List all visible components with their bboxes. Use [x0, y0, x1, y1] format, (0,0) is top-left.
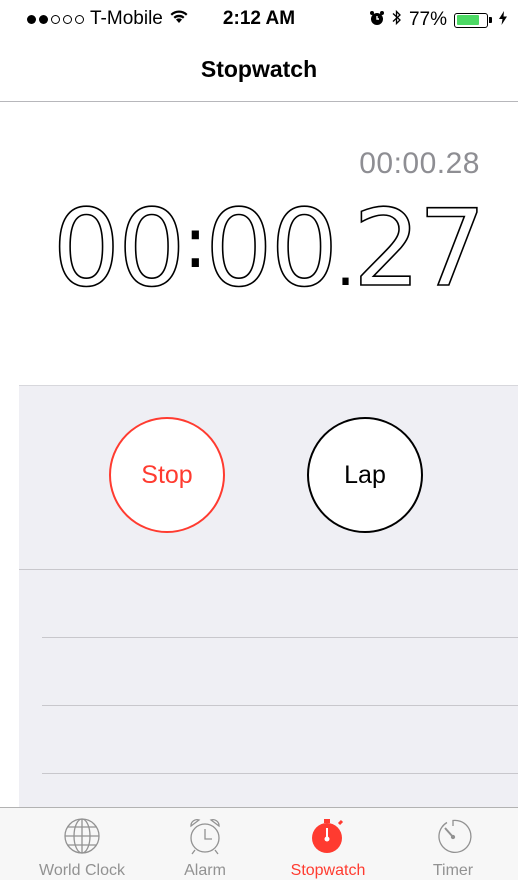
elapsed-minutes: 00: [52, 187, 186, 310]
lap-button[interactable]: Lap: [307, 417, 423, 533]
page-title: Stopwatch: [200, 56, 318, 82]
tab-timer[interactable]: Timer: [388, 808, 518, 881]
tab-stopwatch[interactable]: Stopwatch: [263, 808, 393, 881]
alarm-clock-icon: [185, 816, 225, 856]
tab-label: World Clock: [39, 862, 125, 879]
battery-icon: [454, 12, 492, 28]
status-right: 77%: [369, 9, 507, 31]
time-colon: :: [183, 202, 208, 284]
alarm-clock-icon: [369, 10, 385, 31]
tab-label: Alarm: [184, 862, 226, 879]
laps-divider: [19, 569, 518, 570]
tab-world-clock[interactable]: World Clock: [17, 808, 147, 881]
tab-bar: World Clock Alarm Stopwatch Timer: [0, 807, 518, 880]
bluetooth-icon: [392, 9, 402, 31]
time-decimal-point: .: [336, 230, 355, 300]
tab-label: Stopwatch: [290, 862, 366, 879]
status-bar: T-Mobile 2:12 AM 77%: [0, 0, 518, 40]
lap-row-separator: [42, 705, 518, 706]
lap-row-separator: [42, 773, 518, 774]
navigation-bar: Stopwatch: [0, 40, 518, 102]
lap-button-label: Lap: [344, 460, 386, 489]
lap-row-separator: [42, 637, 518, 638]
elapsed-seconds: 00: [204, 187, 338, 310]
tab-alarm[interactable]: Alarm: [140, 808, 270, 881]
stop-button-label: Stop: [141, 460, 193, 489]
current-lap-time: 00:00.28: [359, 147, 480, 180]
timer-icon: [433, 816, 473, 856]
globe-icon: [62, 816, 102, 856]
elapsed-time: 00:00.27: [52, 187, 487, 320]
stopwatch-icon: [308, 816, 348, 856]
charging-bolt-icon: [499, 10, 507, 30]
stop-button[interactable]: Stop: [109, 417, 225, 533]
elapsed-hundredths: 27: [352, 187, 486, 310]
tab-label: Timer: [432, 862, 474, 879]
battery-percent: 77%: [408, 9, 447, 30]
controls-panel: Stop Lap: [19, 385, 518, 807]
